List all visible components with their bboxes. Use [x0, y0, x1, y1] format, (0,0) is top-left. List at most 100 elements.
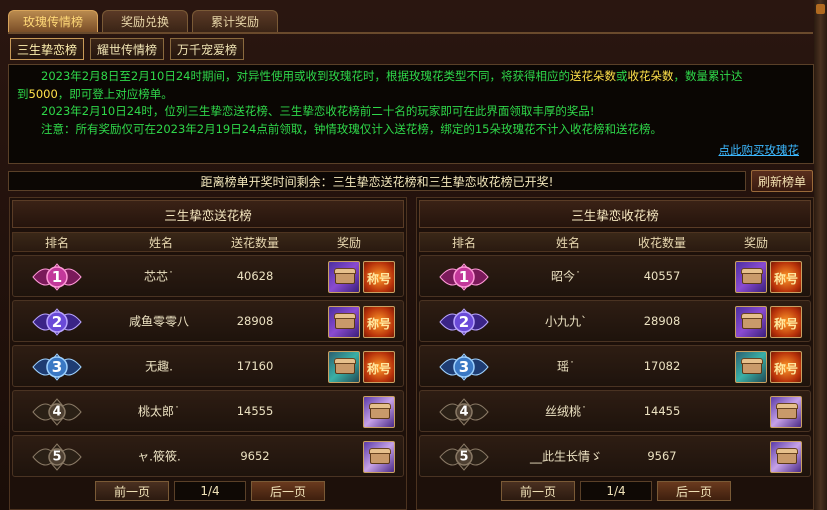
rank-badge: 3 [29, 351, 85, 383]
next-page-button[interactable]: 后一页 [251, 481, 325, 501]
treasure-chest-reward-icon[interactable] [735, 261, 767, 293]
player-name: ャ.筱筱. [137, 449, 181, 464]
rank-badge: 2 [29, 306, 85, 338]
subtab-yaoshi[interactable]: 耀世传情榜 [90, 38, 165, 60]
subtab-sansheng[interactable]: 三生挚恋榜 [10, 38, 85, 60]
flower-count: 9652 [240, 449, 270, 463]
flower-count: 9567 [647, 449, 677, 463]
chest-lid [741, 268, 763, 274]
player-name: 小九九ˋ [544, 314, 588, 329]
treasure-chest-reward-icon[interactable] [363, 441, 395, 473]
refresh-rank-button[interactable]: 刷新榜单 [751, 170, 813, 192]
tab-reward-exchange[interactable]: 奖励兑换 [102, 10, 188, 32]
treasure-chest-reward-icon[interactable] [770, 441, 802, 473]
flower-count: 14455 [643, 404, 681, 418]
scroll-reward-text: 称号 [773, 317, 798, 331]
reward-items [363, 441, 395, 473]
reward-items: 称号 [735, 261, 802, 293]
table-row: 2 小九九ˋ 28908 称号 [419, 300, 811, 342]
header-count: 收花数量 [637, 235, 687, 250]
title-scroll-reward-icon[interactable]: 称号 [770, 351, 802, 383]
rank-number: 2 [51, 313, 63, 331]
main-tabs: 玫瑰传情榜 奖励兑换 累计奖励 [8, 10, 278, 32]
table-row: 5 __此生长情ゞ 9567 [419, 435, 811, 477]
prev-page-button[interactable]: 前一页 [501, 481, 575, 501]
subtab-wanqian[interactable]: 万千宠爱榜 [170, 38, 245, 60]
flower-count: 17160 [236, 359, 274, 373]
header-reward: 奖励 [743, 235, 769, 250]
scrollbar[interactable] [814, 0, 827, 510]
rank-number: 4 [52, 404, 62, 420]
title-scroll-reward-icon[interactable]: 称号 [770, 306, 802, 338]
rank-number: 3 [51, 358, 63, 376]
treasure-chest-reward-icon[interactable] [735, 351, 767, 383]
scroll-reward-text: 称号 [366, 317, 391, 331]
reward-items: 称号 [735, 351, 802, 383]
header-name: 姓名 [555, 235, 581, 250]
rank-badge: 1 [436, 261, 492, 293]
rank-badge: 4 [29, 396, 85, 428]
rank-badge: 1 [29, 261, 85, 293]
player-name: 无趣. [145, 359, 173, 374]
notice-line-1: 2023年2月8日至2月10日24时期间，对异性使用或收到玫瑰花时，根据玫瑰花类… [41, 69, 743, 83]
treasure-chest-reward-icon[interactable] [735, 306, 767, 338]
flower-count: 14555 [236, 404, 274, 418]
rank-number: 4 [459, 404, 469, 420]
header-name: 姓名 [148, 235, 174, 250]
reward-items [363, 396, 395, 428]
flower-count: 17082 [643, 359, 681, 373]
rank-badge: 5 [29, 441, 85, 473]
title-scroll-reward-icon[interactable]: 称号 [363, 306, 395, 338]
chest-lid [334, 268, 356, 274]
treasure-chest-reward-icon[interactable] [328, 306, 360, 338]
treasure-chest-reward-icon[interactable] [363, 396, 395, 428]
table-row: 3 无趣. 17160 称号 [12, 345, 404, 387]
table-row: 1 昭今˙ 40557 称号 [419, 255, 811, 297]
scroll-reward-text: 称号 [366, 362, 391, 376]
page-indicator: 1/4 [174, 481, 246, 501]
player-name: __此生长情ゞ [529, 449, 603, 464]
chest-lid [776, 403, 798, 409]
rank-number: 5 [459, 449, 469, 465]
table-row: 2 咸鱼零零八 28908 称号 [12, 300, 404, 342]
notice-line-2: 到5000，即可登上对应榜单。 [17, 86, 173, 101]
buy-roses-link[interactable]: 点此购买玫瑰花 [719, 142, 800, 160]
scrollbar-thumb[interactable] [816, 4, 825, 14]
chest-lid [741, 313, 763, 319]
rank-number: 2 [458, 313, 470, 331]
title-scroll-reward-icon[interactable]: 称号 [363, 261, 395, 293]
rank-badge: 3 [436, 351, 492, 383]
reward-items: 称号 [735, 306, 802, 338]
flower-count: 40557 [643, 269, 681, 283]
flower-count: 28908 [643, 314, 681, 328]
reward-items [770, 396, 802, 428]
flower-count: 28908 [236, 314, 274, 328]
table-row: 3 瑶˙ 17082 称号 [419, 345, 811, 387]
header-rank: 排名 [44, 235, 70, 250]
countdown-bar: 距离榜单开奖时间剩余：三生挚恋送花榜和三生挚恋收花榜已开奖! [8, 171, 746, 191]
title-scroll-reward-icon[interactable]: 称号 [363, 351, 395, 383]
panel-title: 三生挚恋送花榜 [12, 200, 404, 228]
tab-cumulative-reward[interactable]: 累计奖励 [192, 10, 278, 32]
table-row: 5 ャ.筱筱. 9652 [12, 435, 404, 477]
tab-rose-love-rank[interactable]: 玫瑰传情榜 [8, 10, 98, 32]
rank-badge: 4 [436, 396, 492, 428]
player-name: 昭今˙ [550, 269, 582, 284]
sub-tabs: 三生挚恋榜 耀世传情榜 万千宠爱榜 [10, 38, 245, 60]
send-flowers-panel: 三生挚恋送花榜 排名 姓名 送花数量 奖励 1 芯芯˙ 40628 称号 2 咸鱼零零八 2… [9, 197, 407, 510]
title-scroll-reward-icon[interactable]: 称号 [770, 261, 802, 293]
header-rank: 排名 [451, 235, 477, 250]
treasure-chest-reward-icon[interactable] [328, 261, 360, 293]
left-pager: 前一页 1/4 后一页 [95, 481, 325, 501]
header-reward: 奖励 [336, 235, 362, 250]
treasure-chest-reward-icon[interactable] [328, 351, 360, 383]
flower-count: 40628 [236, 269, 274, 283]
rank-number: 1 [51, 268, 63, 286]
next-page-button[interactable]: 后一页 [657, 481, 731, 501]
rank-badge: 5 [436, 441, 492, 473]
player-name: 桃太郎˙ [137, 404, 181, 419]
treasure-chest-reward-icon[interactable] [770, 396, 802, 428]
player-name: 咸鱼零零八 [128, 314, 190, 329]
chest-lid [369, 403, 391, 409]
prev-page-button[interactable]: 前一页 [95, 481, 169, 501]
